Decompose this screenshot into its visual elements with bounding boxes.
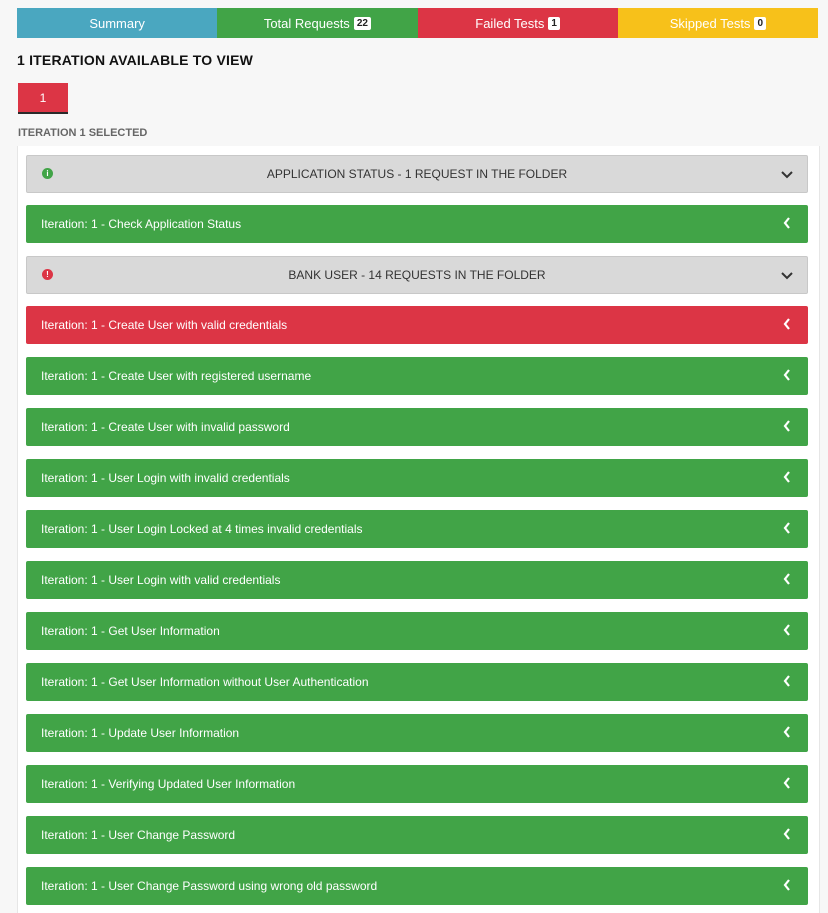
request-row[interactable]: Iteration: 1 - User Change Password usin… bbox=[26, 867, 808, 905]
request-row[interactable]: Iteration: 1 - Verifying Updated User In… bbox=[26, 765, 808, 803]
summary-tabs: Summary Total Requests 22 Failed Tests 1… bbox=[17, 8, 818, 38]
info-icon: i bbox=[42, 168, 53, 179]
request-label: Iteration: 1 - Get User Information bbox=[41, 624, 220, 638]
tab-label: Summary bbox=[89, 15, 145, 31]
request-label: Iteration: 1 - Check Application Status bbox=[41, 217, 242, 231]
chevron-left-icon bbox=[783, 828, 790, 840]
error-icon: ! bbox=[42, 269, 53, 280]
tab-label: Total Requests bbox=[263, 15, 350, 31]
chevron-left-icon bbox=[783, 318, 790, 330]
chevron-left-icon bbox=[783, 624, 790, 636]
chevron-left-icon bbox=[783, 573, 790, 585]
selected-iteration-label: ITERATION 1 SELECTED bbox=[18, 127, 148, 139]
chevron-down-icon bbox=[781, 272, 793, 280]
request-label: Iteration: 1 - Create User with register… bbox=[41, 369, 312, 383]
request-row[interactable]: Iteration: 1 - User Login with invalid c… bbox=[26, 459, 808, 497]
request-row[interactable]: Iteration: 1 - Create User with valid cr… bbox=[26, 306, 808, 344]
request-row[interactable]: Iteration: 1 - Check Application Status bbox=[26, 205, 808, 243]
request-label: Iteration: 1 - User Login Locked at 4 ti… bbox=[41, 522, 363, 536]
request-label: Iteration: 1 - User Login with invalid c… bbox=[41, 471, 290, 485]
request-row[interactable]: Iteration: 1 - User Login with valid cre… bbox=[26, 561, 808, 599]
folder-header-bank-user[interactable]: ! BANK USER - 14 REQUESTS IN THE FOLDER bbox=[26, 256, 808, 294]
tab-label: Failed Tests bbox=[475, 15, 545, 31]
request-row[interactable]: Iteration: 1 - User Change Password bbox=[26, 816, 808, 854]
chevron-left-icon bbox=[783, 420, 790, 432]
count-badge: 22 bbox=[353, 16, 371, 30]
request-row[interactable]: Iteration: 1 - User Login Locked at 4 ti… bbox=[26, 510, 808, 548]
request-label: Iteration: 1 - User Login with valid cre… bbox=[41, 573, 281, 587]
tab-total-requests[interactable]: Total Requests 22 bbox=[217, 8, 418, 38]
folder-title: BANK USER - 14 REQUESTS IN THE FOLDER bbox=[288, 268, 546, 282]
request-label: Iteration: 1 - Create User with valid cr… bbox=[41, 318, 288, 332]
request-label: Iteration: 1 - User Change Password usin… bbox=[41, 879, 378, 893]
chevron-left-icon bbox=[783, 675, 790, 687]
page-title: 1 ITERATION AVAILABLE TO VIEW bbox=[17, 52, 254, 68]
tab-summary[interactable]: Summary bbox=[17, 8, 218, 38]
request-row[interactable]: Iteration: 1 - Get User Information with… bbox=[26, 663, 808, 701]
request-row[interactable]: Iteration: 1 - Create User with register… bbox=[26, 357, 808, 395]
tab-failed-tests[interactable]: Failed Tests 1 bbox=[417, 8, 618, 38]
chevron-left-icon bbox=[783, 471, 790, 483]
folder-header-application-status[interactable]: i APPLICATION STATUS - 1 REQUEST IN THE … bbox=[26, 155, 808, 193]
chevron-left-icon bbox=[783, 879, 790, 891]
tab-skipped-tests[interactable]: Skipped Tests 0 bbox=[617, 8, 818, 38]
request-label: Iteration: 1 - Create User with invalid … bbox=[41, 420, 290, 434]
request-row[interactable]: Iteration: 1 - Create User with invalid … bbox=[26, 408, 808, 446]
request-label: Iteration: 1 - User Change Password bbox=[41, 828, 236, 842]
iteration-button-1[interactable]: 1 bbox=[18, 83, 68, 114]
chevron-left-icon bbox=[783, 726, 790, 738]
request-label: Iteration: 1 - Update User Information bbox=[41, 726, 240, 740]
tab-label: Skipped Tests bbox=[669, 15, 751, 31]
count-badge: 0 bbox=[754, 16, 766, 30]
request-row[interactable]: Iteration: 1 - Update User Information bbox=[26, 714, 808, 752]
chevron-left-icon bbox=[783, 777, 790, 789]
request-row[interactable]: Iteration: 1 - Get User Information bbox=[26, 612, 808, 650]
folder-title: APPLICATION STATUS - 1 REQUEST IN THE FO… bbox=[266, 167, 568, 181]
chevron-left-icon bbox=[783, 217, 790, 229]
request-label: Iteration: 1 - Get User Information with… bbox=[41, 675, 369, 689]
request-label: Iteration: 1 - Verifying Updated User In… bbox=[41, 777, 296, 791]
chevron-down-icon bbox=[781, 171, 793, 179]
chevron-left-icon bbox=[783, 369, 790, 381]
chevron-left-icon bbox=[783, 522, 790, 534]
count-badge: 1 bbox=[548, 16, 560, 30]
